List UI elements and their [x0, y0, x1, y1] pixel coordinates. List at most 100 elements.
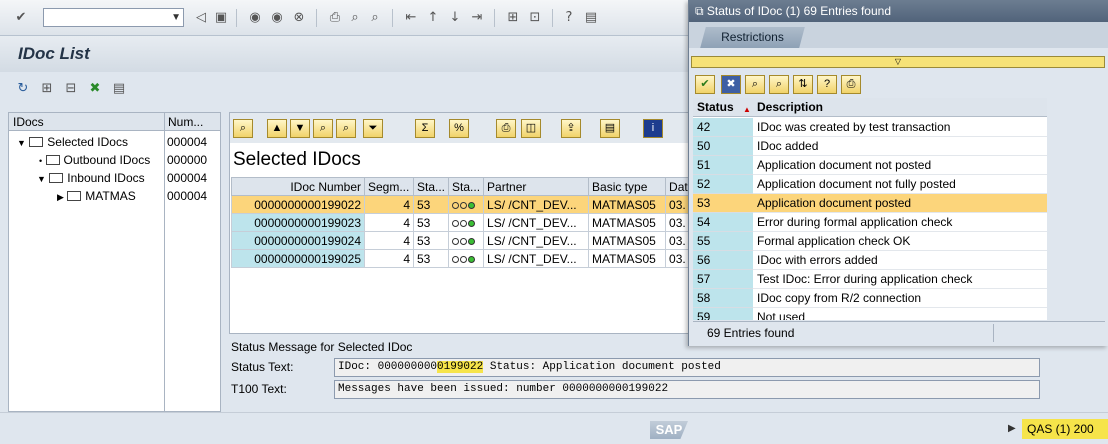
find-icon[interactable]: ⌕	[313, 119, 333, 138]
info-icon[interactable]: i	[643, 119, 663, 138]
table-row[interactable]: 0000000000199025 4 53 LS/ /CNT_DEV... MA…	[231, 249, 699, 268]
cancel-icon[interactable]: ⊗	[290, 9, 308, 27]
collapse-node-icon[interactable]: ▼	[37, 174, 46, 184]
list-item[interactable]: 56 IDoc with errors added	[693, 251, 1047, 270]
find-next-icon[interactable]: ⌕	[336, 119, 356, 138]
list-item[interactable]: 57 Test IDoc: Error during application ch…	[693, 270, 1047, 289]
export-icon[interactable]: ⇪	[561, 119, 581, 138]
find-next-icon[interactable]: ⌕	[366, 9, 384, 27]
collapse-icon[interactable]: ⊟	[62, 80, 80, 98]
next-page-icon[interactable]: ↓	[446, 9, 464, 27]
status-text-field[interactable]: IDoc: 0000000000199022 Status: Applicati…	[334, 358, 1040, 377]
table-row[interactable]: 0000000000199022 4 53 LS/ /CNT_DEV... MA…	[231, 195, 699, 214]
exit-icon[interactable]: ◉	[268, 9, 286, 27]
folder-open-icon	[29, 137, 44, 147]
idoc-number-cell[interactable]: 0000000000199025	[231, 249, 365, 268]
list-item[interactable]: 52 Application document not fully posted	[693, 175, 1047, 194]
list-item[interactable]: 59 Not used	[693, 308, 1047, 320]
save-icon[interactable]: ▣	[212, 9, 230, 27]
tree-node-outbound-idocs[interactable]: • Outbound IDocs 000000	[9, 151, 220, 169]
command-input[interactable]	[44, 9, 164, 26]
list-item-selected[interactable]: 53 Application document posted	[693, 194, 1047, 213]
subtotal-icon[interactable]: %	[449, 119, 469, 138]
enter-icon[interactable]: ✔	[12, 9, 30, 27]
list-item[interactable]: 51 Application document not posted	[693, 156, 1047, 175]
col-status[interactable]: Sta...	[412, 177, 450, 196]
col-status[interactable]: Status	[697, 98, 734, 117]
new-session-icon[interactable]: ⊞	[504, 9, 522, 27]
sort-descending-icon[interactable]: ▼	[290, 119, 310, 138]
traffic-light-icon	[452, 198, 476, 212]
folder-icon	[67, 191, 82, 201]
list-item[interactable]: 50 IDoc added	[693, 137, 1047, 156]
filter-icon[interactable]: ⏷	[363, 119, 383, 138]
layout-icon[interactable]: ▤	[582, 9, 600, 27]
status-code: 50	[693, 137, 753, 156]
divider	[236, 9, 237, 27]
list-icon[interactable]: ▤	[110, 80, 128, 98]
divider	[552, 9, 553, 27]
idoc-number-cell[interactable]: 0000000000199024	[231, 231, 365, 250]
expand-node-icon[interactable]: ▶	[57, 192, 64, 202]
tree-col-idocs[interactable]: IDocs	[13, 115, 44, 129]
chevron-down-icon[interactable]: ▼	[171, 9, 181, 26]
list-item[interactable]: 42 IDoc was created by test transaction	[693, 118, 1047, 137]
col-description[interactable]: Description	[757, 98, 823, 117]
tab-restrictions[interactable]: Restrictions	[700, 27, 805, 48]
idoc-number-cell[interactable]: 0000000000199023	[231, 213, 365, 232]
print-icon[interactable]: ⎙	[841, 75, 861, 94]
tree-node-selected-idocs[interactable]: ▼ Selected IDocs 000004	[9, 133, 220, 151]
find-next-icon[interactable]: ⌕	[769, 75, 789, 94]
status-light-cell	[448, 195, 485, 214]
prev-page-icon[interactable]: ↑	[424, 9, 442, 27]
restrictions-toggle[interactable]: ▽	[691, 56, 1105, 68]
status-code: 54	[693, 213, 753, 232]
first-page-icon[interactable]: ⇤	[402, 9, 420, 27]
status-expand-icon[interactable]: ▶	[1008, 423, 1016, 434]
print-preview-icon[interactable]: ⎙	[496, 119, 516, 138]
list-item[interactable]: 54 Error during formal application check	[693, 213, 1047, 232]
sort-icon[interactable]: ⇅	[793, 75, 813, 94]
help-icon[interactable]: ?	[560, 9, 578, 27]
help-icon[interactable]: ?	[817, 75, 837, 94]
col-basic-type[interactable]: Basic type	[588, 177, 667, 196]
back-icon[interactable]: ◁	[192, 9, 210, 27]
col-idoc-number[interactable]: IDoc Number	[231, 177, 365, 196]
print-icon[interactable]: ⎙	[326, 9, 344, 27]
back-arrow-icon[interactable]: ◉	[246, 9, 264, 27]
views-icon[interactable]: ◫	[521, 119, 541, 138]
system-info[interactable]: QAS (1) 200	[1022, 419, 1108, 439]
col-partner[interactable]: Partner	[483, 177, 590, 196]
sum-icon[interactable]: Σ	[415, 119, 435, 138]
t100-text-field[interactable]: Messages have been issued: number 000000…	[334, 380, 1040, 399]
expand-icon[interactable]: ⊞	[38, 80, 56, 98]
table-row[interactable]: 0000000000199024 4 53 LS/ /CNT_DEV... MA…	[231, 231, 699, 250]
tree-node-inbound-idocs[interactable]: ▼ Inbound IDocs 000004	[9, 169, 220, 187]
tree-col-num[interactable]: Num...	[168, 115, 203, 129]
shortcut-icon[interactable]: ⊡	[526, 9, 544, 27]
tree-node-count: 000004	[167, 189, 208, 203]
basic-type-cell: MATMAS05	[588, 213, 667, 232]
layout-icon[interactable]: ▤	[600, 119, 620, 138]
col-segments[interactable]: Segm...	[364, 177, 414, 196]
col-status-light[interactable]: Sta...	[448, 177, 485, 196]
refresh-icon[interactable]: ↻	[14, 80, 32, 98]
command-field[interactable]: ▼	[43, 8, 184, 27]
list-item[interactable]: 58 IDoc copy from R/2 connection	[693, 289, 1047, 308]
tree-node-matmas[interactable]: ▶ MATMAS 000004	[9, 187, 220, 205]
idoc-number-cell[interactable]: 0000000000199022	[231, 195, 365, 214]
find-icon[interactable]: ⌕	[346, 9, 364, 27]
table-row[interactable]: 0000000000199023 4 53 LS/ /CNT_DEV... MA…	[231, 213, 699, 232]
list-item[interactable]: 55 Formal application check OK	[693, 232, 1047, 251]
status-description: Error during formal application check	[753, 213, 1047, 232]
sort-ascending-icon[interactable]: ▲	[267, 119, 287, 138]
collapse-node-icon[interactable]: ▼	[17, 138, 26, 148]
cancel-icon[interactable]: ✖	[721, 75, 741, 94]
application-toolbar: ↻ ⊞ ⊟ ✖ ▤	[0, 72, 700, 106]
details-icon[interactable]: ⌕	[233, 119, 253, 138]
table-header-row: IDoc Number Segm... Sta... Sta... Partne…	[231, 177, 699, 196]
reprocess-icon[interactable]: ✖	[86, 80, 104, 98]
continue-icon[interactable]: ✔	[695, 75, 715, 94]
last-page-icon[interactable]: ⇥	[468, 9, 486, 27]
find-icon[interactable]: ⌕	[745, 75, 765, 94]
